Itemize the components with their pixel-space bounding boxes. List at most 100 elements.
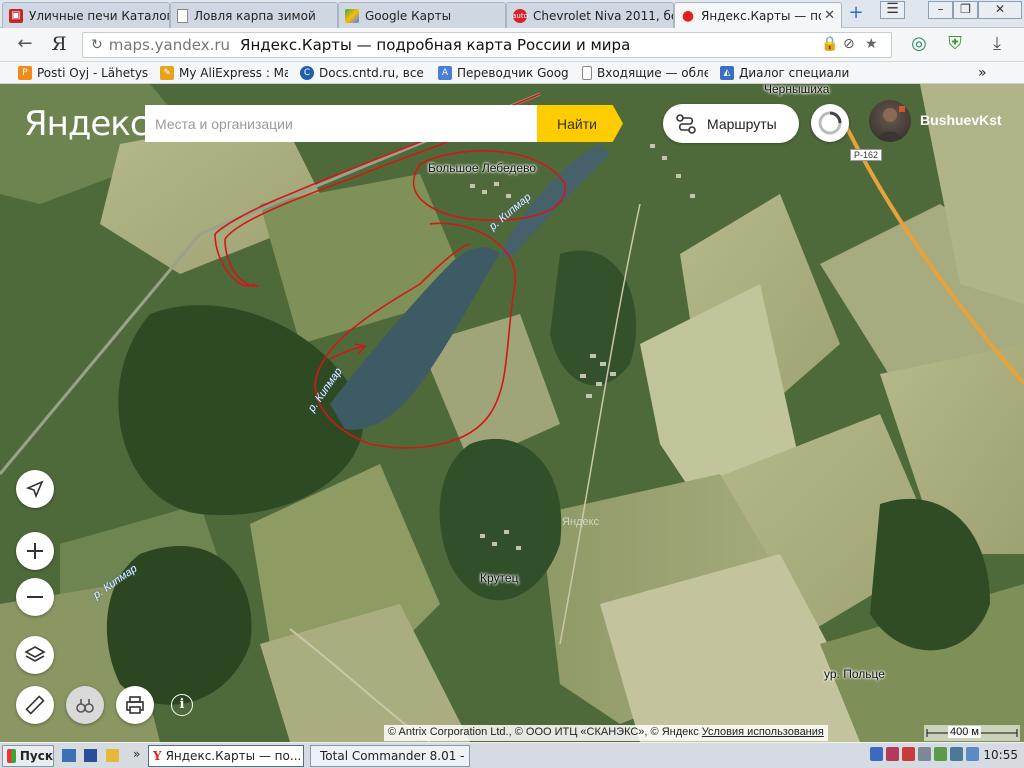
content-blocked-icon[interactable]: ⊘ <box>843 36 855 52</box>
bookmark-label: Posti Oyj - Lähetys <box>37 66 148 80</box>
url-host: maps.yandex.ru <box>108 36 231 54</box>
zoom-out-button[interactable] <box>16 578 54 616</box>
search-extension-icon[interactable]: ◎ <box>908 34 930 56</box>
binoculars-icon <box>76 699 94 713</box>
start-button[interactable]: Пуск <box>2 745 54 767</box>
bookmark-label: Docs.cntd.ru, все <box>319 66 424 80</box>
bookmark-docs-cntd[interactable]: C Docs.cntd.ru, все <box>300 65 428 81</box>
dialog-icon: ◭ <box>720 66 734 80</box>
menu-icon[interactable]: ☰ <box>880 1 905 19</box>
usb-icon[interactable] <box>950 747 963 761</box>
clock[interactable]: 10:55 <box>983 748 1018 762</box>
quick-launch-more[interactable]: » <box>133 747 140 761</box>
road-shield: Р-162 <box>850 149 883 161</box>
shield-extension-icon[interactable]: ⛨ <box>944 34 966 56</box>
terms-link[interactable]: Условия использования <box>702 726 824 738</box>
address-bar[interactable]: ↻ maps.yandex.ru Яндекс.Карты — подробна… <box>82 32 892 58</box>
avatar-photo <box>877 106 905 142</box>
task-label: Total Commander 8.01 - ... <box>320 749 470 763</box>
document-icon <box>582 66 592 80</box>
routes-button[interactable]: Маршруты <box>663 104 799 143</box>
tab-1[interactable]: ▣ Уличные печи Каталог <box>2 2 170 28</box>
zoom-in-button[interactable] <box>16 532 54 570</box>
notepad-icon[interactable] <box>106 749 119 762</box>
minus-icon <box>27 596 43 598</box>
more-bookmarks-button[interactable]: » <box>978 65 987 81</box>
tab-2[interactable]: Ловля карпа зимой <box>170 2 338 28</box>
user-name[interactable]: BushuevKst <box>920 112 1002 128</box>
document-icon <box>177 8 188 23</box>
new-tab-button[interactable]: + <box>846 4 866 23</box>
map-view[interactable]: Большое Лебедево Крутец ур. Польце Черны… <box>0 84 1024 742</box>
user-avatar[interactable] <box>869 100 911 142</box>
restore-icon[interactable]: ❐ <box>953 1 978 19</box>
tab-5-active[interactable]: ● Яндекс.Карты — подр ✕ <box>674 2 842 29</box>
yandex-browser-icon: Y <box>153 749 162 763</box>
traffic-button[interactable] <box>811 104 849 142</box>
yandex-logo[interactable]: Яндекс <box>24 104 149 144</box>
place-label[interactable]: Большое Лебедево <box>428 161 536 175</box>
battery-icon[interactable] <box>934 747 947 761</box>
network-icon[interactable] <box>870 747 883 761</box>
bookmark-label: Входящие — обле <box>597 66 708 80</box>
bookmark-aliexpress[interactable]: ✎ My AliExpress : Ma <box>160 65 288 81</box>
tab-label: Chevrolet Niva 2011, бе <box>533 8 673 23</box>
place-label[interactable]: Чернышиха <box>764 84 829 96</box>
system-tray <box>870 747 982 765</box>
bookmark-label: Переводчик Googl <box>457 66 568 80</box>
bookmark-inbox[interactable]: Входящие — обле <box>582 65 708 81</box>
download-icon[interactable]: ⤓ <box>986 34 1008 56</box>
taskbar-yandex-browser[interactable]: Y Яндекс.Карты — по... <box>148 745 304 767</box>
printer-icon <box>126 696 144 714</box>
url-page-title: Яндекс.Карты — подробная карта России и … <box>240 36 631 54</box>
panorama-button[interactable] <box>66 686 104 724</box>
windows-logo-icon <box>7 749 16 763</box>
close-window-icon[interactable]: ✕ <box>978 1 1022 19</box>
tab-4[interactable]: auto Chevrolet Niva 2011, бе <box>506 2 674 28</box>
copyright-text: © Antrix Corporation Ltd., © ООО ИТЦ «СК… <box>388 726 699 738</box>
star-icon[interactable]: ★ <box>865 36 878 52</box>
start-label: Пуск <box>19 749 53 763</box>
bookmark-label: My AliExpress : Ma <box>179 66 288 80</box>
task-label: Яндекс.Карты — по... <box>165 749 302 763</box>
yandex-y-icon[interactable]: Я <box>48 34 70 56</box>
place-label[interactable]: ур. Польце <box>824 667 885 681</box>
lock-icon[interactable]: 🔒 <box>821 36 838 52</box>
bookmark-posti[interactable]: P Posti Oyj - Lähetys <box>18 65 148 81</box>
print-button[interactable] <box>116 686 154 724</box>
bookmark-translate[interactable]: A Переводчик Googl <box>438 65 568 81</box>
tray-app-icon[interactable] <box>902 747 915 761</box>
store-icon: ▣ <box>9 8 23 23</box>
info-icon[interactable]: i <box>171 694 193 716</box>
back-arrow-icon[interactable]: ← <box>14 34 36 56</box>
taskbar-total-commander[interactable]: Total Commander 8.01 - ... <box>310 745 470 767</box>
route-icon <box>676 113 696 134</box>
locate-button[interactable] <box>16 470 54 508</box>
security-icon[interactable] <box>886 747 899 761</box>
tab-label: Ловля карпа зимой <box>194 8 316 23</box>
place-label[interactable]: Крутец <box>480 571 518 585</box>
google-maps-icon <box>345 8 359 23</box>
plus-icon <box>27 543 43 559</box>
traffic-loading-icon <box>818 111 842 135</box>
layers-button[interactable] <box>16 636 54 674</box>
layers-icon <box>24 646 46 662</box>
satellite-imagery <box>0 84 1024 742</box>
save-icon[interactable] <box>84 749 97 762</box>
tray-tool-icon[interactable] <box>966 747 979 761</box>
reload-icon[interactable]: ↻ <box>91 37 103 53</box>
close-tab-icon[interactable]: ✕ <box>824 8 835 23</box>
volume-icon[interactable] <box>918 747 931 761</box>
search-input[interactable] <box>145 105 537 142</box>
bookmark-dialog[interactable]: ◭ Диалог специалис <box>720 65 850 81</box>
map-watermark: Яндекс <box>562 516 599 528</box>
scale-label: 400 м <box>948 726 981 738</box>
map-pin-icon: ● <box>681 8 695 24</box>
ruler-button[interactable] <box>16 686 54 724</box>
minimize-icon[interactable]: – <box>928 1 953 19</box>
ruler-icon <box>25 695 45 715</box>
tab-3[interactable]: Google Карты <box>338 2 506 28</box>
show-desktop-icon[interactable] <box>62 749 76 762</box>
bookmarks-bar: P Posti Oyj - Lähetys ✎ My AliExpress : … <box>0 62 1024 84</box>
find-button[interactable]: Найти <box>537 105 623 142</box>
